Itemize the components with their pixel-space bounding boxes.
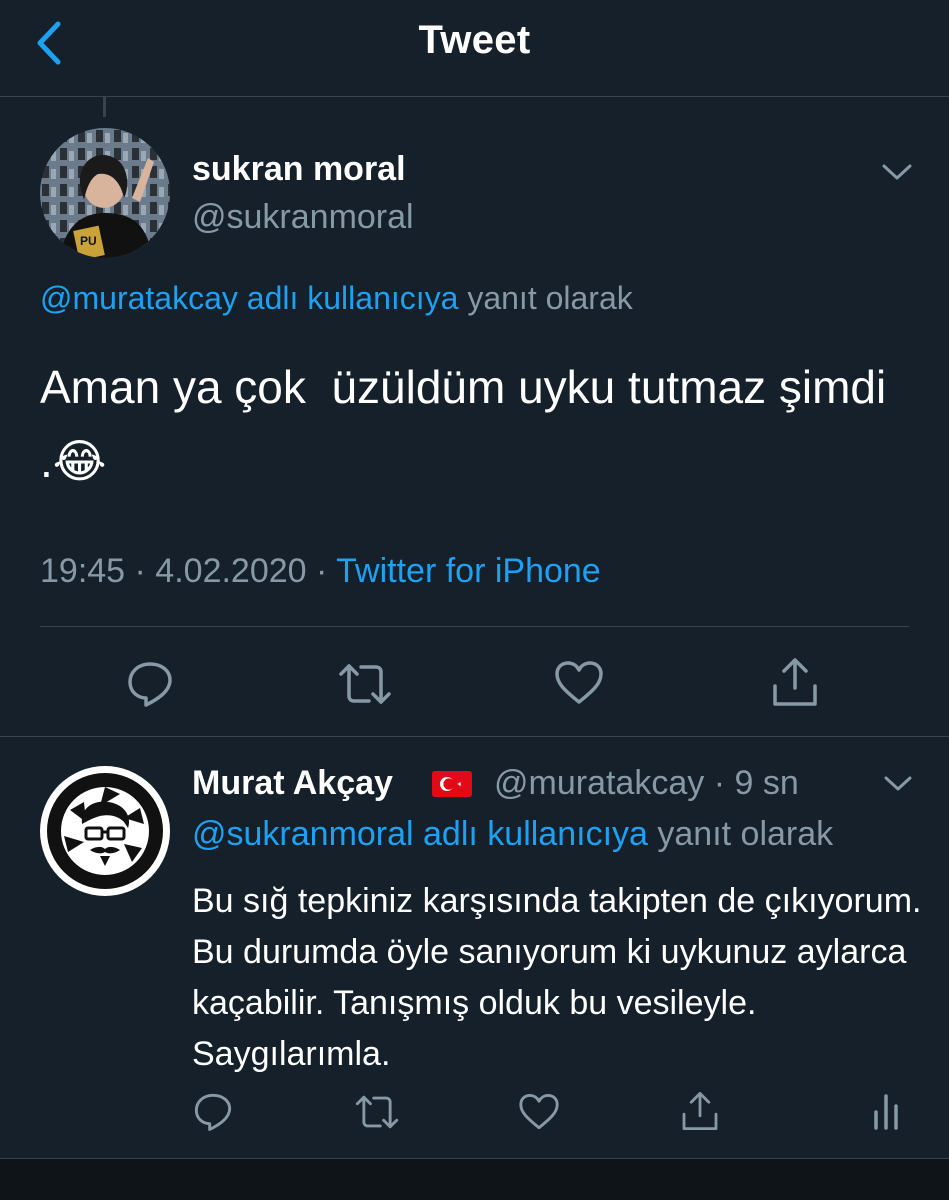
share-button[interactable] <box>680 1090 720 1132</box>
page-title: Tweet <box>418 18 531 62</box>
replying-to: @sukranmoral adlı kullanıcıya yanıt olar… <box>192 815 833 854</box>
avatar[interactable] <box>40 766 170 896</box>
top-bar: Tweet <box>0 0 949 97</box>
author-name[interactable]: Murat Akçay <box>192 764 393 803</box>
author-handle[interactable]: @sukranmoral <box>192 198 414 237</box>
replying-to: @muratakcay adlı kullanıcıya yanıt olara… <box>40 280 633 317</box>
comment-icon <box>128 662 172 707</box>
share-button[interactable] <box>770 656 820 708</box>
share-icon <box>682 1092 718 1131</box>
retweet-button[interactable] <box>354 1092 400 1132</box>
divider <box>40 626 909 627</box>
tweet-menu-button[interactable] <box>880 160 914 184</box>
divider <box>0 736 949 737</box>
profile-photo: PU <box>40 128 170 258</box>
comment-icon <box>194 1093 232 1131</box>
tweet-timestamp: 19:45 · 4.02.2020 · <box>40 552 337 590</box>
chevron-down-icon <box>884 776 912 791</box>
author-name[interactable]: sukran moral <box>192 150 406 189</box>
turkey-flag-icon <box>432 771 472 797</box>
reply-button[interactable] <box>126 660 174 708</box>
reply-button[interactable] <box>193 1092 233 1132</box>
bottom-bar <box>0 1158 949 1200</box>
reply-to-suffix: yanıt olarak <box>458 280 633 316</box>
retweet-icon <box>339 664 391 704</box>
profile-logo <box>42 768 168 894</box>
reply-to-link[interactable]: @muratakcay adlı kullanıcıya <box>40 280 458 316</box>
tweet-text: Bu sığ tepkiniz karşısında takipten de ç… <box>192 882 922 1073</box>
reply-to-suffix: yanıt olarak <box>647 815 834 853</box>
tweet-source-link[interactable]: Twitter for iPhone <box>336 552 601 590</box>
retweet-icon <box>355 1095 399 1129</box>
share-icon <box>773 658 817 706</box>
thread-line <box>103 97 106 117</box>
heart-icon <box>555 661 603 704</box>
chevron-down-icon <box>882 164 912 180</box>
retweet-button[interactable] <box>337 660 393 708</box>
like-button[interactable] <box>554 660 604 706</box>
author-handle[interactable]: @muratakcay · 9 sn <box>494 764 799 803</box>
tweet-meta: 19:45 · 4.02.2020 · Twitter for iPhone <box>40 552 601 591</box>
svg-text:PU: PU <box>80 234 97 248</box>
avatar[interactable]: PU <box>40 128 170 258</box>
tweet-menu-button[interactable] <box>882 773 914 795</box>
like-button[interactable] <box>518 1093 560 1131</box>
tweet-text: Aman ya çok üzüldüm uyku tutmaz şimdi .😂 <box>40 361 899 487</box>
analytics-button[interactable] <box>872 1092 900 1132</box>
heart-icon <box>519 1094 559 1130</box>
reply-to-link[interactable]: @sukranmoral adlı kullanıcıya <box>192 815 648 853</box>
analytics-icon <box>874 1094 898 1130</box>
